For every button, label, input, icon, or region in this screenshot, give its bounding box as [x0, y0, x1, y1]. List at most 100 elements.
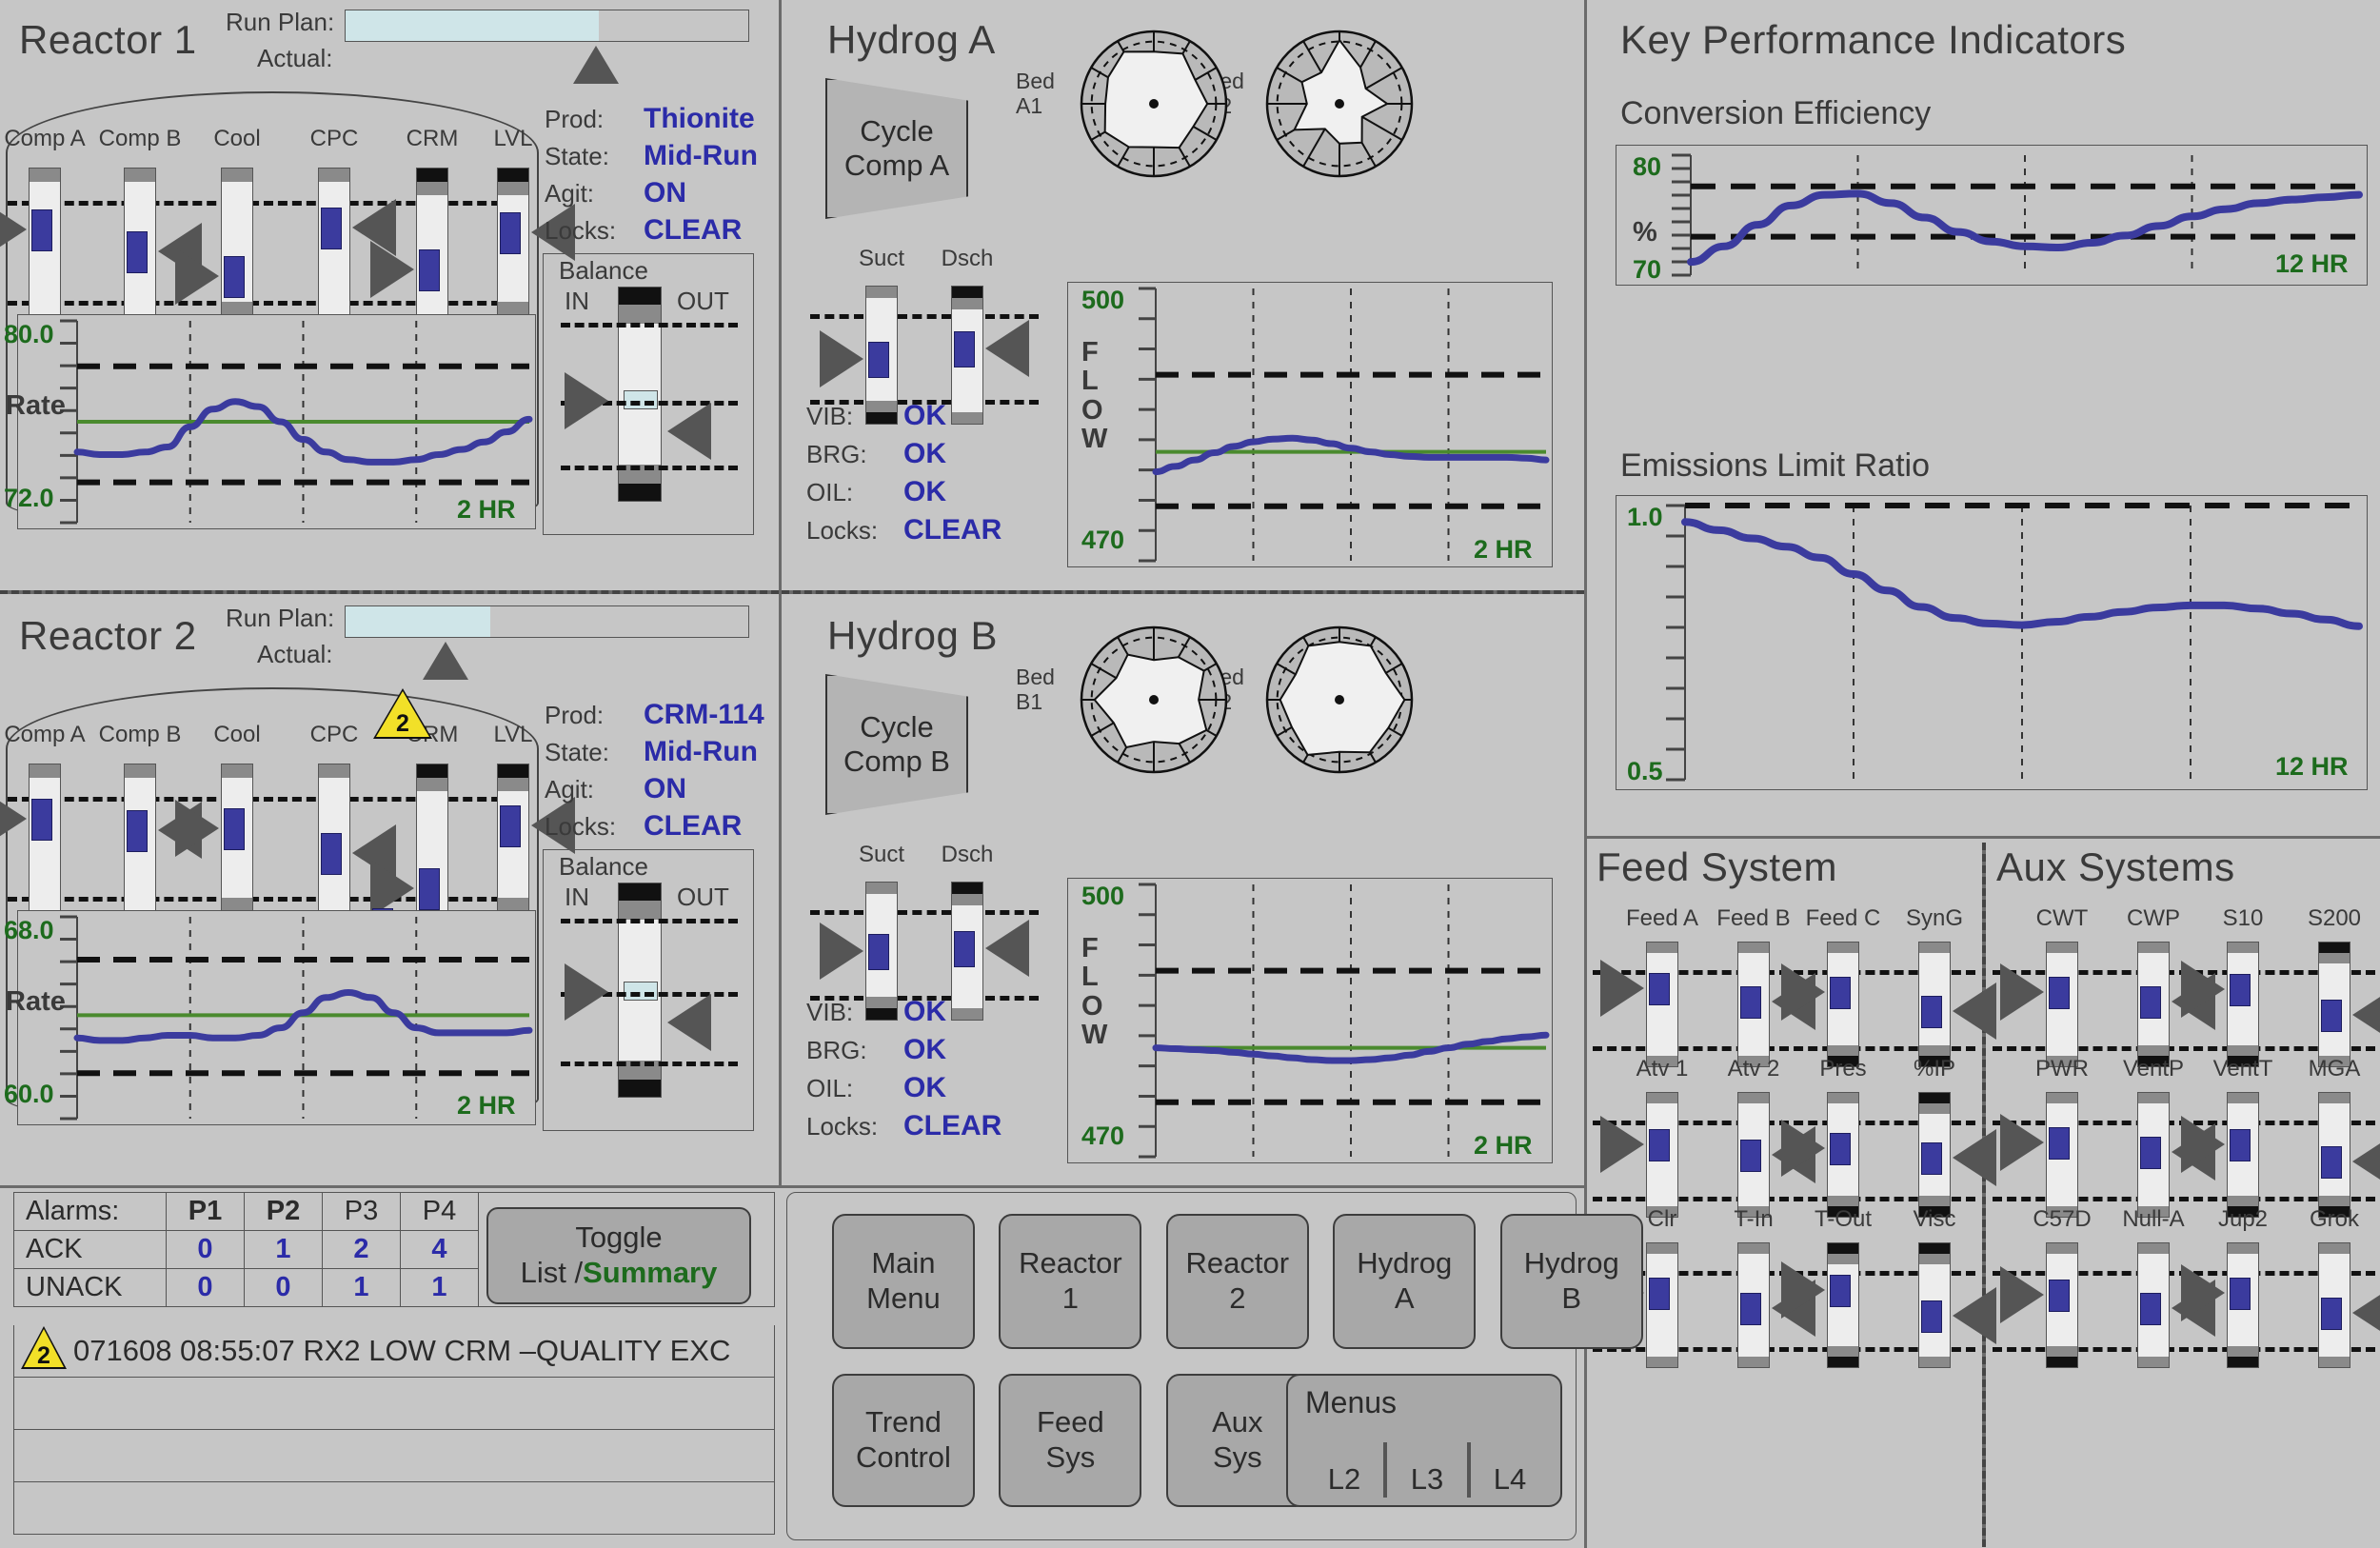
divider-horizontal-left-bottom — [0, 1185, 1584, 1188]
kpi-chart-1[interactable] — [1616, 495, 2368, 790]
valve-triangle-icon[interactable] — [820, 330, 863, 387]
menu-level-l3[interactable]: L3 — [1387, 1462, 1467, 1498]
valve-triangle-icon[interactable] — [175, 800, 219, 857]
balance-in-valve-icon[interactable] — [565, 372, 608, 429]
gauge-comp-b[interactable] — [124, 764, 156, 925]
gauge-indicator-bar — [1740, 1140, 1761, 1172]
nav-button-main-menu[interactable]: MainMenu — [832, 1214, 975, 1349]
gauge-indicator-bar — [2140, 1293, 2161, 1325]
alarm-list[interactable]: 2071608 08:55:07 RX2 LOW CRM –QUALITY EX… — [13, 1325, 775, 1535]
gauge-grok[interactable] — [2318, 1242, 2350, 1368]
balance-in-valve-icon[interactable] — [565, 963, 608, 1021]
valve-triangle-icon[interactable] — [370, 241, 414, 298]
valve-triangle-icon[interactable] — [1781, 1261, 1825, 1319]
gauge-t-in[interactable] — [1737, 1242, 1770, 1368]
valve-triangle-icon[interactable] — [985, 320, 1029, 377]
valve-triangle-icon[interactable] — [2181, 961, 2225, 1018]
hydrog-b-compressor[interactable]: Cycle Comp B — [825, 674, 968, 815]
valve-triangle-icon[interactable] — [820, 923, 863, 980]
gauge-crm[interactable] — [416, 764, 448, 925]
gauge-cool[interactable] — [221, 168, 253, 329]
gauge-comp-b[interactable] — [124, 168, 156, 329]
menu-level-l2[interactable]: L2 — [1305, 1462, 1383, 1498]
alarm-list-item[interactable] — [13, 1430, 775, 1482]
gauge-feed-c[interactable] — [1827, 942, 1859, 1067]
gauge-jup2[interactable] — [2227, 1242, 2259, 1368]
gauge-s200[interactable] — [2318, 942, 2350, 1067]
balance-out-valve-icon[interactable] — [667, 994, 711, 1051]
nav-button-trend-control[interactable]: TrendControl — [832, 1374, 975, 1507]
gauge-crm[interactable] — [416, 168, 448, 329]
nav-button-hydrog-b[interactable]: HydrogB — [1500, 1214, 1643, 1349]
kpi-chart-1-ymax: 1.0 — [1627, 503, 1663, 532]
gauge-comp-a[interactable] — [29, 764, 61, 925]
gauge-ventt[interactable] — [2227, 1092, 2259, 1218]
gauge-t-out[interactable] — [1827, 1242, 1859, 1368]
gauge-cpc[interactable] — [318, 764, 350, 925]
toggle-list-summary-button[interactable]: Toggle List /Summary — [486, 1207, 751, 1304]
menus-button[interactable]: Menus L2 L3 L4 — [1286, 1374, 1562, 1507]
gauge-zone-lo-warn — [1828, 1045, 1858, 1056]
nav-button-reactor-2[interactable]: Reactor2 — [1166, 1214, 1309, 1349]
valve-triangle-icon[interactable] — [2000, 1266, 2044, 1323]
balance-zone-hi-alarm — [619, 288, 661, 305]
gauge-lvl[interactable] — [497, 168, 529, 329]
gauge-cool[interactable] — [221, 764, 253, 925]
hydrog-a-compressor[interactable]: Cycle Comp A — [825, 78, 968, 219]
valve-triangle-icon[interactable] — [2352, 1133, 2380, 1190]
gauge-syng[interactable] — [1918, 942, 1951, 1067]
gauge-lvl[interactable] — [497, 764, 529, 925]
gauge-cpc[interactable] — [318, 168, 350, 329]
alarm-list-item[interactable] — [13, 1378, 775, 1430]
valve-triangle-icon[interactable] — [1600, 960, 1644, 1017]
valve-triangle-icon[interactable] — [1600, 1116, 1644, 1173]
gauge-pres[interactable] — [1827, 1092, 1859, 1218]
gauge-pwr[interactable] — [2046, 1092, 2078, 1218]
valve-triangle-icon[interactable] — [2352, 1284, 2380, 1341]
gauge-ventp[interactable] — [2137, 1092, 2170, 1218]
gauge-clr[interactable] — [1646, 1242, 1678, 1368]
hydrog-b-trend-ymax: 500 — [1081, 882, 1124, 911]
gauge-cwt[interactable] — [2046, 942, 2078, 1067]
reactor-2-status-value-0: CRM-114 — [644, 699, 764, 731]
reactor-2-run-plan-bar[interactable] — [345, 605, 749, 638]
gauge-feed-a[interactable] — [1646, 942, 1678, 1067]
gauge-c57d[interactable] — [2046, 1242, 2078, 1368]
nav-button-line1: Aux — [1212, 1405, 1262, 1440]
gauge-zone-lo-warn — [1828, 1346, 1858, 1357]
valve-triangle-icon[interactable] — [1781, 1120, 1825, 1177]
gauge-visc[interactable] — [1918, 1242, 1951, 1368]
alarm-list-item[interactable] — [13, 1482, 775, 1535]
gauge-atv-2[interactable] — [1737, 1092, 1770, 1218]
nav-button-reactor-1[interactable]: Reactor1 — [999, 1214, 1141, 1349]
nav-button-feed-sys[interactable]: FeedSys — [999, 1374, 1141, 1507]
hydrog-a-trend-chart[interactable] — [1067, 282, 1553, 567]
valve-triangle-icon[interactable] — [2181, 1264, 2225, 1321]
valve-triangle-icon[interactable] — [985, 920, 1029, 977]
gauge-s10[interactable] — [2227, 942, 2259, 1067]
valve-triangle-icon[interactable] — [1781, 963, 1825, 1021]
gauge-null-a[interactable] — [2137, 1242, 2170, 1368]
valve-triangle-icon[interactable] — [2000, 963, 2044, 1021]
gauge-mga[interactable] — [2318, 1092, 2350, 1218]
kpi-chart-0[interactable] — [1616, 145, 2368, 286]
balance-out-valve-icon[interactable] — [667, 403, 711, 460]
valve-triangle-icon[interactable] — [0, 790, 27, 847]
menu-level-l4[interactable]: L4 — [1471, 1462, 1549, 1498]
alarm-col-p3: P3 — [323, 1193, 401, 1231]
gauge-comp-a[interactable] — [29, 168, 61, 329]
hydrog-b-status-block: VIB: OK BRG: OK OIL: OK Locks: CLEAR — [806, 996, 1002, 1148]
gauge-cwp[interactable] — [2137, 942, 2170, 1067]
gauge--ip[interactable] — [1918, 1092, 1951, 1218]
hydrog-b-trend-chart[interactable] — [1067, 878, 1553, 1163]
nav-button-hydrog-a[interactable]: HydrogA — [1333, 1214, 1476, 1349]
valve-triangle-icon[interactable] — [2181, 1116, 2225, 1173]
gauge-feed-b[interactable] — [1737, 942, 1770, 1067]
alarm-list-item[interactable]: 2071608 08:55:07 RX2 LOW CRM –QUALITY EX… — [13, 1325, 775, 1378]
reactor-1-run-plan-bar[interactable] — [345, 10, 749, 42]
valve-triangle-icon[interactable] — [0, 201, 27, 258]
valve-triangle-icon[interactable] — [175, 248, 219, 305]
valve-triangle-icon[interactable] — [2352, 986, 2380, 1043]
gauge-atv-1[interactable] — [1646, 1092, 1678, 1218]
valve-triangle-icon[interactable] — [2000, 1114, 2044, 1171]
